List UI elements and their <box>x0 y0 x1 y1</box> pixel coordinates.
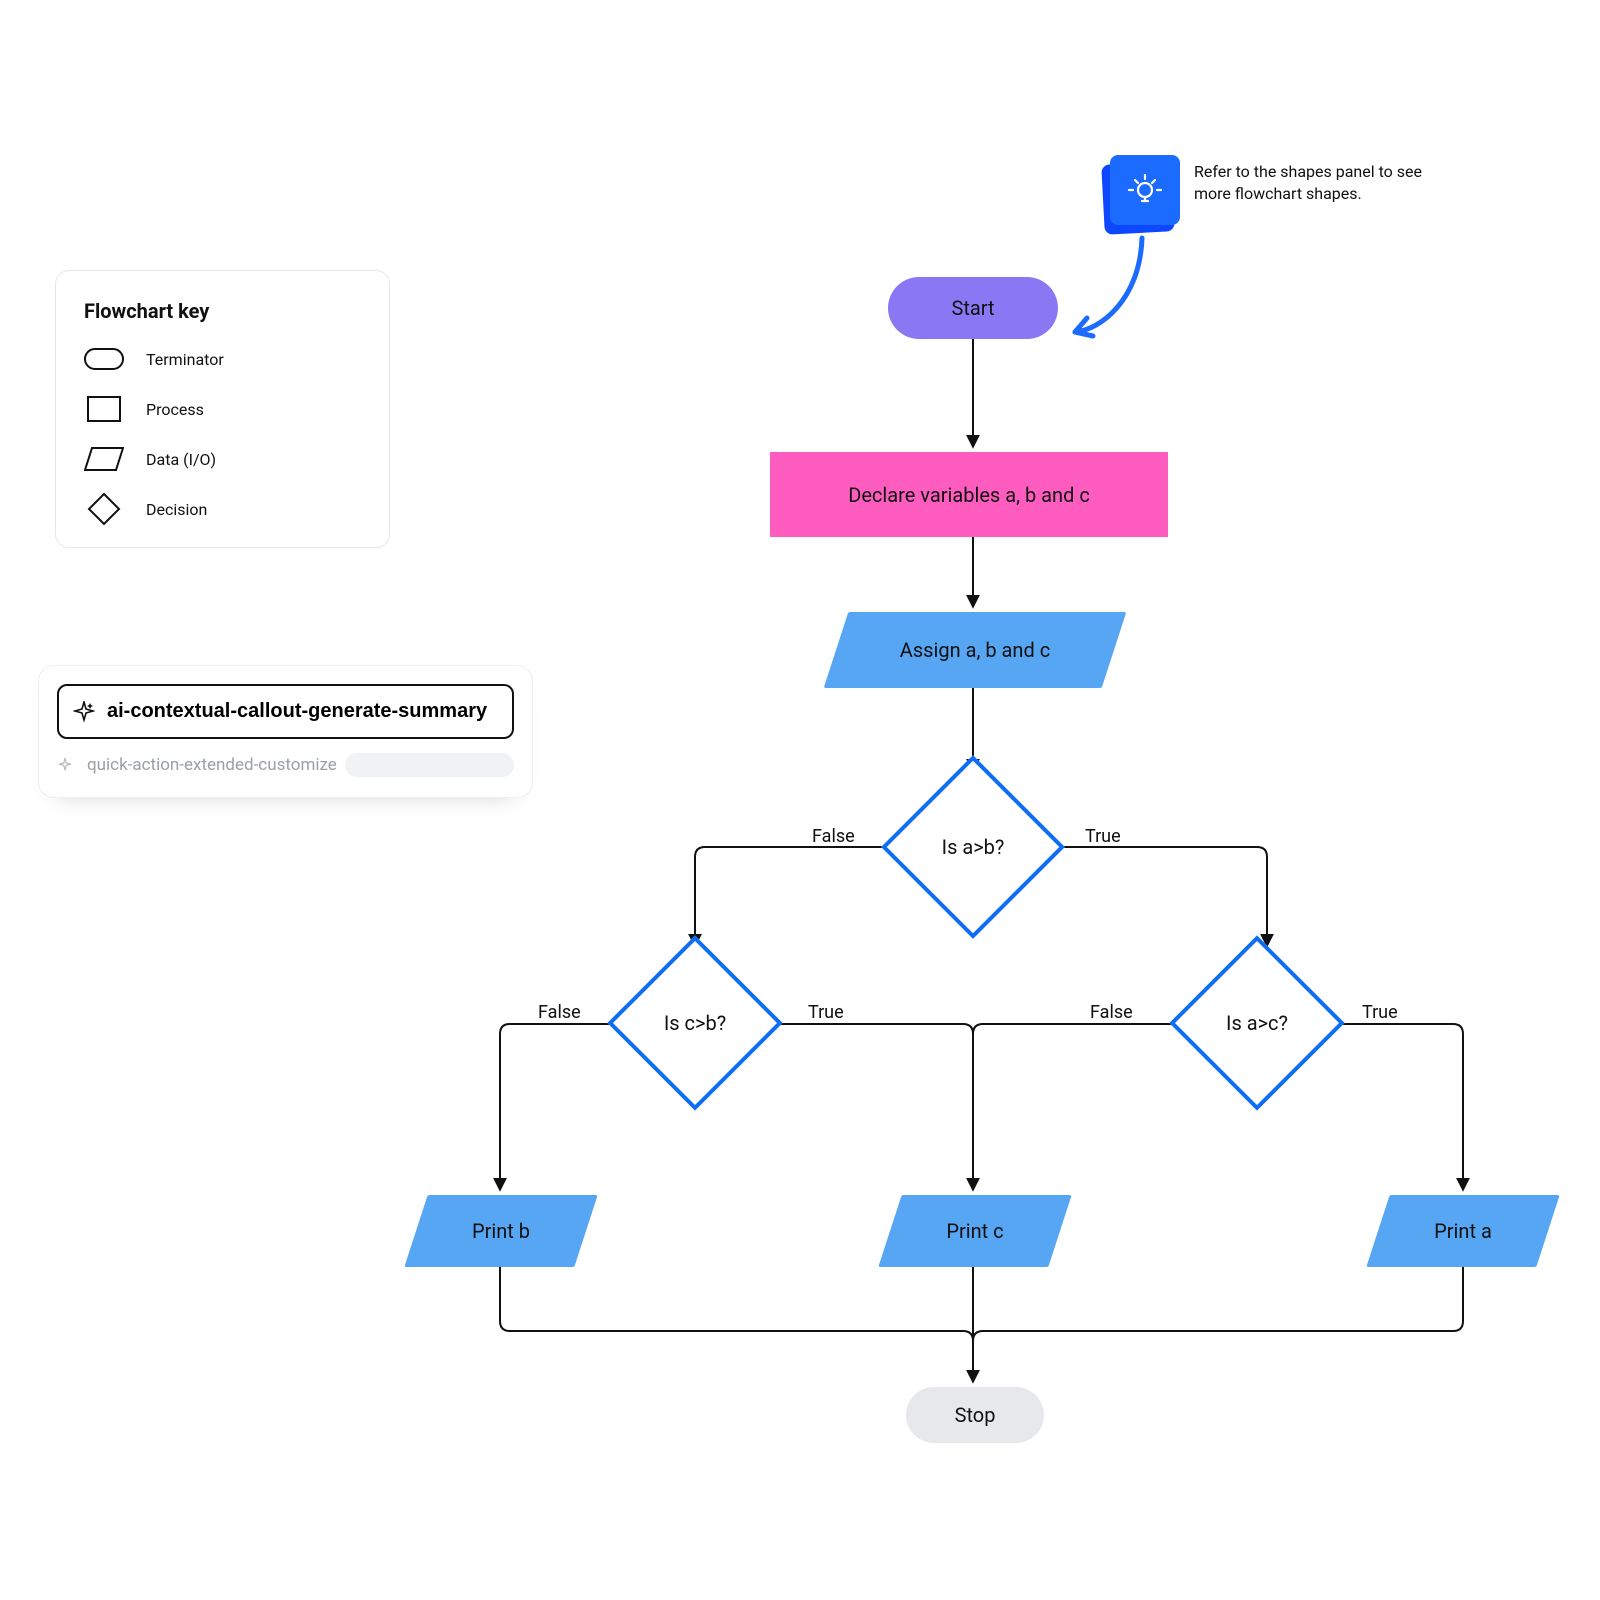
diagram-canvas[interactable]: Refer to the shapes panel to see more fl… <box>0 0 1600 1600</box>
ai-customize-chip[interactable] <box>345 753 514 777</box>
key-title: Flowchart key <box>84 299 361 323</box>
hint-callout: Refer to the shapes panel to see more fl… <box>1110 155 1422 225</box>
node-label: Start <box>951 296 994 320</box>
key-row-data: Data (I/O) <box>84 445 361 473</box>
key-label: Process <box>146 400 204 419</box>
ai-customize-label[interactable]: quick-action-extended-customize <box>81 755 337 775</box>
key-row-process: Process <box>84 395 361 423</box>
node-label: Stop <box>955 1403 996 1427</box>
hint-line1: Refer to the shapes panel to see <box>1194 162 1422 181</box>
data-io-icon <box>84 445 124 473</box>
node-label: Is a>c? <box>1226 1011 1288 1035</box>
sparkle-small-icon <box>57 757 73 773</box>
ai-callout-card: ai-contextual-callout-generate-summary q… <box>38 665 533 798</box>
hint-line2: more flowchart shapes. <box>1194 184 1362 203</box>
key-row-terminator: Terminator <box>84 345 361 373</box>
node-label: Is c>b? <box>664 1011 726 1035</box>
node-label: Assign a, b and c <box>900 638 1050 662</box>
edge-label-cb-true: True <box>808 1002 844 1023</box>
node-declare[interactable]: Declare variables a, b and c <box>770 452 1168 537</box>
node-label: Declare variables a, b and c <box>848 483 1090 507</box>
node-start[interactable]: Start <box>888 277 1058 339</box>
edge-label-cb-false: False <box>538 1002 581 1023</box>
edge-label-ab-true: True <box>1085 826 1121 847</box>
ai-generate-summary-button[interactable]: ai-contextual-callout-generate-summary <box>57 684 514 739</box>
node-decision-a-gt-c[interactable]: Is a>c? <box>1195 961 1319 1085</box>
sparkle-icon <box>73 701 95 723</box>
flowchart-edges <box>0 0 1600 1600</box>
node-label: Print c <box>946 1219 1003 1243</box>
lightbulb-icon <box>1125 170 1165 210</box>
node-label: Is a>b? <box>942 835 1005 859</box>
terminator-icon <box>84 345 124 373</box>
edge-label-ac-true: True <box>1362 1002 1398 1023</box>
process-icon <box>84 395 124 423</box>
key-label: Data (I/O) <box>146 450 216 469</box>
node-print-a[interactable]: Print a <box>1378 1195 1548 1267</box>
flowchart-key-card: Flowchart key Terminator Process Data (I… <box>55 270 390 548</box>
node-label: Print a <box>1434 1219 1492 1243</box>
key-label: Decision <box>146 500 207 519</box>
node-label: Print b <box>472 1219 530 1243</box>
node-decision-a-gt-b[interactable]: Is a>b? <box>908 782 1038 912</box>
node-stop[interactable]: Stop <box>906 1387 1044 1443</box>
hint-text: Refer to the shapes panel to see more fl… <box>1194 155 1422 204</box>
node-print-c[interactable]: Print c <box>890 1195 1060 1267</box>
hint-sticky-icon <box>1110 155 1180 225</box>
node-assign[interactable]: Assign a, b and c <box>836 612 1114 688</box>
decision-icon <box>84 495 124 523</box>
node-print-b[interactable]: Print b <box>416 1195 586 1267</box>
key-label: Terminator <box>146 350 224 369</box>
key-row-decision: Decision <box>84 495 361 523</box>
node-decision-c-gt-b[interactable]: Is c>b? <box>633 961 757 1085</box>
edge-label-ac-false: False <box>1090 1002 1133 1023</box>
edge-label-ab-false: False <box>812 826 855 847</box>
ai-button-label: ai-contextual-callout-generate-summary <box>107 700 487 723</box>
